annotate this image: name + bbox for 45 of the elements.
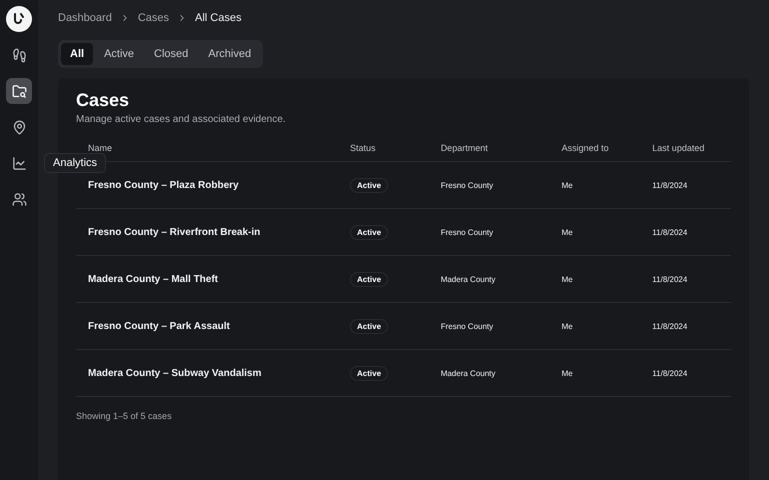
page-description: Manage active cases and associated evidence.: [76, 114, 287, 125]
department-cell: Fresno County: [428, 162, 550, 209]
column-header: Last updated: [640, 135, 731, 162]
status-badge: Active: [350, 366, 388, 380]
case-name-cell: Madera County – Subway Vandalism: [76, 350, 338, 397]
sidebar-item[interactable]: [6, 78, 32, 104]
column-header: Department: [428, 135, 550, 162]
column-header: Status: [338, 135, 429, 162]
footprints-icon: [12, 48, 26, 62]
breadcrumb-link[interactable]: Dashboard: [58, 12, 112, 24]
case-name-cell: Fresno County – Park Assault: [76, 303, 338, 350]
assignee-cell: Me: [550, 303, 640, 350]
status-badge: Active: [350, 224, 388, 240]
assignee-cell: Me: [550, 162, 640, 209]
case-name-cell: Fresno County – Riverfront Break-in: [76, 209, 338, 256]
date-cell: 11/8/2024: [640, 256, 731, 303]
department-cell: Fresno County: [428, 303, 550, 350]
date-cell: 11/8/2024: [640, 303, 731, 350]
breadcrumb-link[interactable]: All Cases: [195, 12, 242, 24]
line-chart-icon: [12, 156, 26, 170]
date-cell: 11/8/2024: [640, 162, 731, 209]
tab[interactable]: Archived: [199, 43, 260, 65]
status-badge: Active: [350, 272, 388, 286]
tab[interactable]: Active: [95, 43, 144, 65]
breadcrumb-link[interactable]: Cases: [138, 12, 170, 24]
tab[interactable]: All: [61, 43, 94, 65]
department-cell: Madera County: [428, 256, 550, 303]
folder-search-icon: [12, 84, 26, 98]
assignee-cell: Me: [550, 209, 640, 256]
assignee-cell: Me: [550, 350, 640, 397]
column-header: Assigned to: [550, 135, 640, 162]
department-cell: Madera County: [428, 350, 550, 397]
assignee-cell: Me: [550, 256, 640, 303]
pagination-summary: Showing 1–5 of 5 cases: [76, 410, 173, 423]
case-name-cell: Madera County – Mall Theft: [76, 256, 338, 303]
page-title: Cases: [76, 90, 130, 111]
status-badge: Active: [350, 318, 388, 334]
logo-icon: [6, 6, 32, 32]
status-badge: Active: [350, 178, 388, 192]
department-cell: Fresno County: [428, 209, 550, 256]
tab[interactable]: Closed: [145, 43, 198, 65]
date-cell: 11/8/2024: [640, 350, 731, 397]
users-icon: [12, 192, 26, 206]
date-cell: 11/8/2024: [640, 209, 731, 256]
map-pin-icon: [12, 120, 26, 134]
